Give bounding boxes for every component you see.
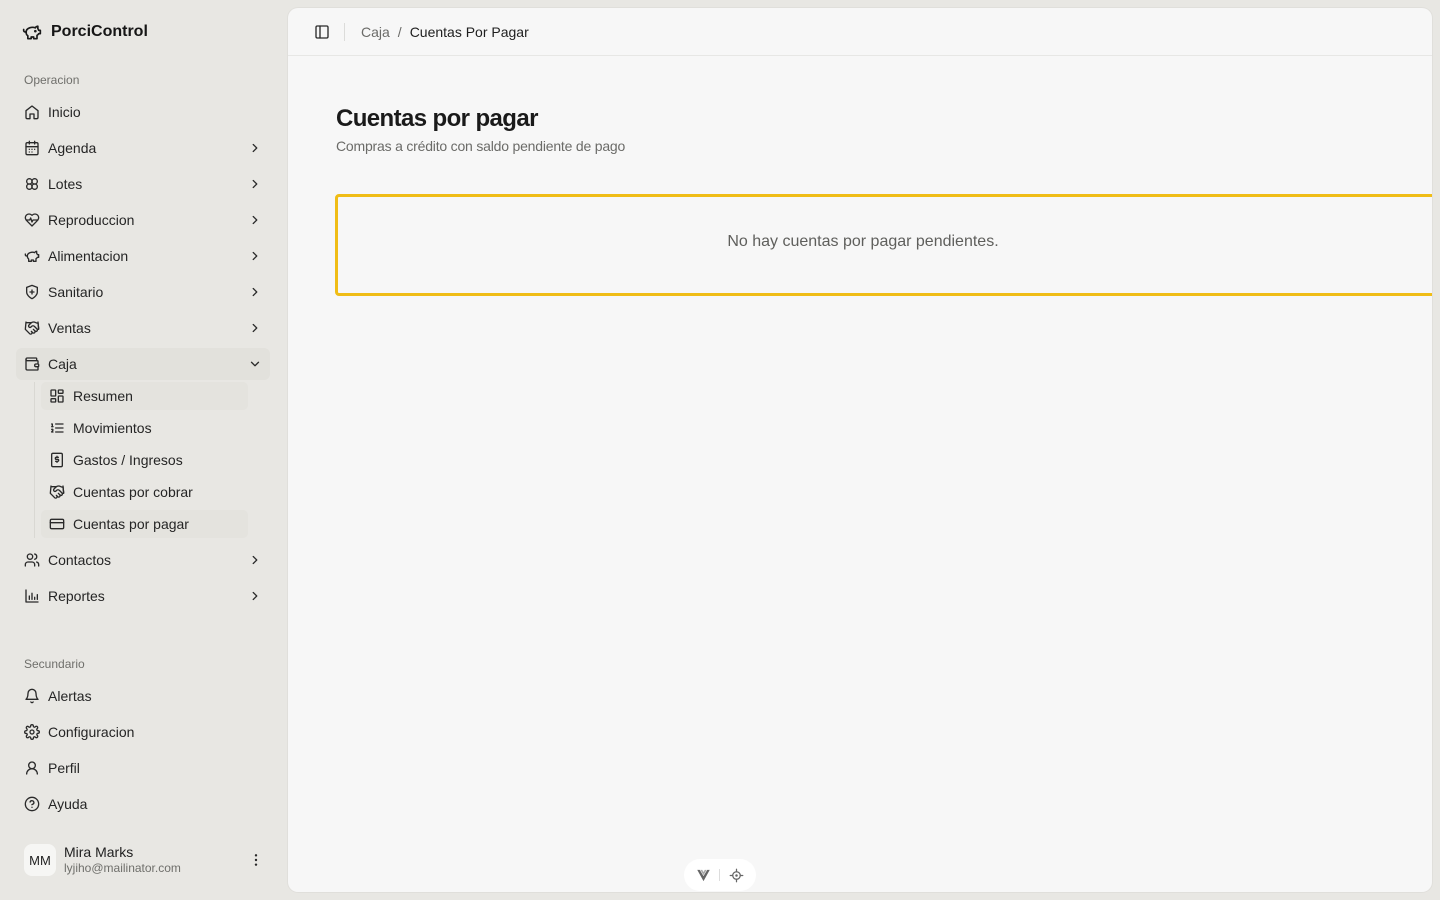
sidebar-item-label: Configuracion	[48, 724, 135, 740]
sidebar-item-label: Agenda	[48, 140, 97, 156]
sidebar-item-sanitario[interactable]: Sanitario	[16, 276, 270, 308]
chevron-right-icon	[248, 285, 262, 299]
empty-state-card: No hay cuentas por pagar pendientes.	[335, 194, 1432, 296]
credit-card-icon	[49, 516, 65, 532]
submenu-item-label: Cuentas por cobrar	[73, 484, 193, 500]
list-ordered-icon	[49, 420, 65, 436]
page-title: Cuentas por pagar	[336, 105, 538, 132]
submenu-item-cuentas-por-cobrar[interactable]: Cuentas por cobrar	[41, 478, 248, 506]
avatar: MM	[24, 844, 56, 876]
more-vertical-icon[interactable]	[248, 852, 264, 868]
sidebar-item-label: Ayuda	[48, 796, 88, 812]
top-bar: Caja / Cuentas Por Pagar	[288, 8, 1432, 56]
handshake-icon	[49, 484, 65, 500]
sidebar-item-contactos[interactable]: Contactos	[16, 544, 270, 576]
sidebar-item-label: Lotes	[48, 176, 83, 192]
sidebar-item-label: Ventas	[48, 320, 91, 336]
sidebar-item-lotes[interactable]: Lotes	[16, 168, 270, 200]
submenu-item-label: Gastos / Ingresos	[73, 452, 183, 468]
submenu-item-resumen[interactable]: Resumen	[41, 382, 248, 410]
submenu-guide-line	[34, 382, 35, 538]
sidebar-item-label: Reproduccion	[48, 212, 135, 228]
sidebar-item-label: Alimentacion	[48, 248, 129, 264]
sidebar-item-ventas[interactable]: Ventas	[16, 312, 270, 344]
toolbar-divider	[344, 23, 345, 41]
sidebar-item-reproduccion[interactable]: Reproduccion	[16, 204, 270, 236]
user-name: Mira Marks	[64, 844, 134, 860]
gear-icon	[24, 724, 40, 740]
group-label-secundario: Secundario	[24, 657, 85, 671]
chevron-right-icon	[248, 321, 262, 335]
group-label-operacion: Operacion	[24, 73, 80, 87]
chevron-right-icon	[248, 141, 262, 155]
bar-chart-icon	[24, 588, 40, 604]
user-menu[interactable]: MM Mira Marks lyjiho@mailinator.com	[16, 838, 272, 882]
sidebar-item-label: Caja	[48, 356, 77, 372]
sidebar-item-alimentacion[interactable]: Alimentacion	[16, 240, 270, 272]
sidebar-item-label: Reportes	[48, 588, 105, 604]
sidebar-item-label: Alertas	[48, 688, 92, 704]
sidebar-item-label: Inicio	[48, 104, 81, 120]
lotes-icon	[24, 176, 40, 192]
chevron-right-icon	[248, 177, 262, 191]
chevron-right-icon	[248, 589, 262, 603]
grid-icon	[49, 388, 65, 404]
receipt-icon	[49, 452, 65, 468]
page-subtitle: Compras a crédito con saldo pendiente de…	[336, 138, 626, 154]
user-email: lyjiho@mailinator.com	[64, 861, 181, 875]
shield-plus-icon	[24, 284, 40, 300]
dev-toolbar-divider	[719, 869, 721, 881]
submenu-item-label: Resumen	[73, 388, 133, 404]
sidebar-item-perfil[interactable]: Perfil	[16, 752, 270, 784]
chevron-right-icon	[248, 213, 262, 227]
sidebar-toggle-icon[interactable]	[314, 24, 330, 40]
submenu-item-gastos-ingresos[interactable]: Gastos / Ingresos	[41, 446, 248, 474]
main-panel: Caja / Cuentas Por Pagar Cuentas por pag…	[288, 8, 1432, 892]
submenu-item-cuentas-por-pagar[interactable]: Cuentas por pagar	[41, 510, 248, 538]
sidebar-item-configuracion[interactable]: Configuracion	[16, 716, 270, 748]
dev-toolbar	[684, 859, 756, 891]
app-name: PorciControl	[51, 23, 148, 40]
chevron-right-icon	[248, 553, 262, 567]
sidebar-item-reportes[interactable]: Reportes	[16, 580, 270, 612]
user-icon	[24, 760, 40, 776]
crosshair-icon[interactable]	[729, 868, 744, 883]
sidebar-item-agenda[interactable]: Agenda	[16, 132, 270, 164]
breadcrumb-current: Cuentas Por Pagar	[409, 24, 529, 40]
sidebar-item-label: Perfil	[48, 760, 80, 776]
breadcrumb: Caja / Cuentas Por Pagar	[361, 24, 529, 40]
empty-state-message: No hay cuentas por pagar pendientes.	[727, 233, 999, 250]
sidebar-item-label: Sanitario	[48, 284, 104, 300]
sidebar-item-alertas[interactable]: Alertas	[16, 680, 270, 712]
pig-icon	[24, 248, 40, 264]
calendar-icon	[24, 140, 40, 156]
vue-logo-icon[interactable]	[696, 868, 711, 883]
sidebar-item-label: Contactos	[48, 552, 112, 568]
sidebar-item-caja[interactable]: Caja	[16, 348, 270, 380]
wallet-icon	[24, 356, 40, 372]
heart-pulse-icon	[24, 212, 40, 228]
chevron-down-icon	[248, 357, 262, 371]
pig-icon	[22, 22, 42, 42]
submenu-item-label: Cuentas por pagar	[73, 516, 189, 532]
user-info: Mira Marks lyjiho@mailinator.com	[64, 844, 181, 876]
submenu-item-label: Movimientos	[73, 420, 152, 436]
handshake-icon	[24, 320, 40, 336]
sidebar: PorciControl Operacion Inicio Agenda Lot…	[0, 0, 288, 900]
bell-icon	[24, 688, 40, 704]
sidebar-item-ayuda[interactable]: Ayuda	[16, 788, 270, 820]
breadcrumb-link-caja[interactable]: Caja	[361, 24, 390, 40]
users-icon	[24, 552, 40, 568]
home-icon	[24, 104, 40, 120]
breadcrumb-separator: /	[397, 24, 402, 40]
brand[interactable]: PorciControl	[22, 20, 148, 44]
sidebar-item-inicio[interactable]: Inicio	[16, 96, 270, 128]
submenu-item-movimientos[interactable]: Movimientos	[41, 414, 248, 442]
help-circle-icon	[24, 796, 40, 812]
chevron-right-icon	[248, 249, 262, 263]
